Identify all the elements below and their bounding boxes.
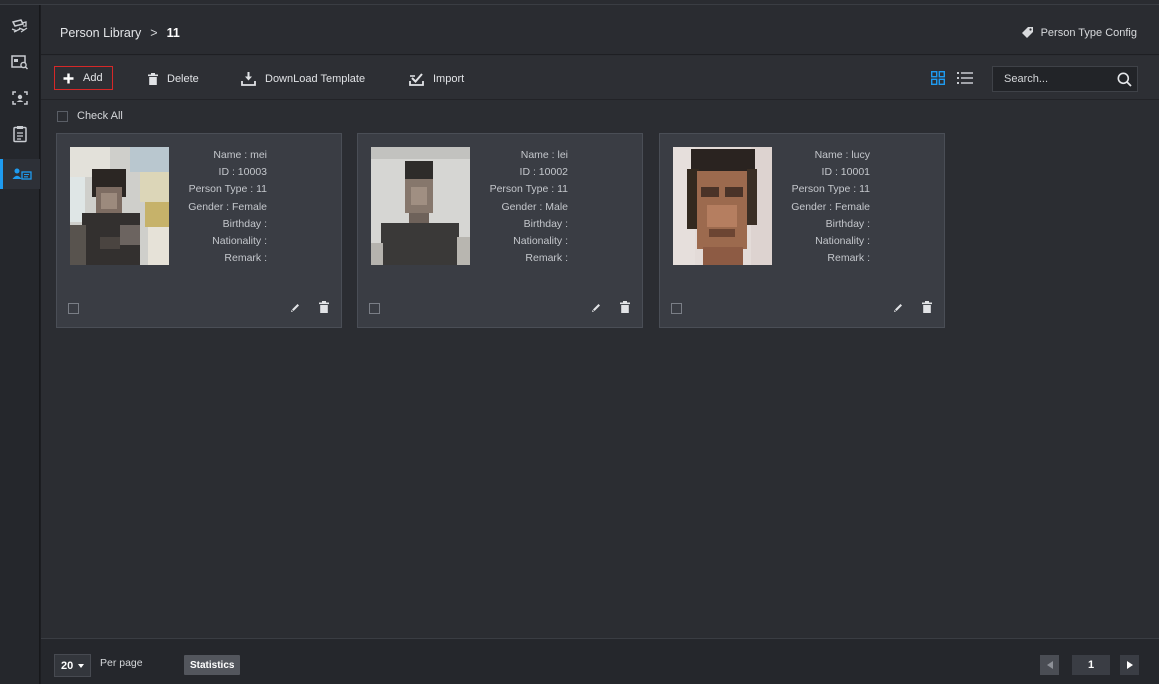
caret-down-icon — [78, 664, 84, 668]
person-id: ID : 10001 — [821, 166, 870, 179]
delete-button[interactable]: Delete — [148, 68, 199, 90]
main-panel: Person Library > 11 Person Type Config A… — [41, 5, 1159, 684]
import-label: Import — [433, 73, 465, 85]
plus-icon — [63, 73, 74, 83]
person-type: Person Type : 11 — [791, 183, 870, 196]
arrow-left-icon — [1046, 661, 1053, 669]
person-remark: Remark : — [827, 252, 870, 265]
person-photo — [70, 147, 169, 265]
download-icon — [241, 72, 256, 86]
person-name: Name : lucy — [814, 149, 870, 161]
person-info: Name : mei ID : 10003 Person Type : 11 G… — [175, 147, 267, 267]
camera-monitor-icon[interactable] — [8, 15, 32, 37]
person-nationality: Nationality : — [815, 234, 870, 247]
add-label: Add — [83, 72, 103, 84]
person-type: Person Type : 11 — [489, 183, 568, 196]
page-header: Person Library > 11 Person Type Config — [41, 5, 1159, 55]
tag-icon — [1021, 27, 1033, 38]
person-type-config-label: Person Type Config — [1040, 26, 1137, 39]
person-info: Name : lucy ID : 10001 Person Type : 11 … — [778, 147, 870, 267]
per-page-label: Per page — [100, 657, 143, 669]
edit-icon[interactable] — [591, 302, 602, 316]
toolbar: Add Delete DownLoad Template Import — [41, 56, 1159, 100]
person-type: Person Type : 11 — [188, 183, 267, 196]
breadcrumb-separator: > — [150, 26, 158, 40]
per-page-select[interactable]: 20 — [54, 654, 91, 677]
list-view-icon[interactable] — [957, 71, 973, 88]
person-nationality: Nationality : — [212, 234, 267, 247]
add-button[interactable]: Add — [54, 66, 113, 90]
person-birthday: Birthday : — [222, 217, 267, 230]
person-gender: Gender : Female — [188, 200, 267, 213]
grid-view-icon[interactable] — [930, 70, 946, 88]
person-card[interactable]: Name : mei ID : 10003 Person Type : 11 G… — [56, 133, 342, 328]
person-info: Name : lei ID : 10002 Person Type : 11 G… — [476, 147, 568, 267]
check-all-checkbox[interactable] — [57, 110, 68, 122]
trash-icon[interactable] — [319, 301, 329, 316]
breadcrumb-root[interactable]: Person Library — [60, 26, 141, 40]
download-template-button[interactable]: DownLoad Template — [241, 68, 365, 90]
face-search-icon[interactable] — [8, 51, 32, 73]
check-all[interactable]: Check All — [57, 110, 123, 122]
import-icon — [409, 73, 424, 86]
delete-label: Delete — [167, 73, 199, 85]
trash-icon[interactable] — [922, 301, 932, 316]
face-capture-icon[interactable] — [8, 87, 32, 109]
person-birthday: Birthday : — [825, 217, 870, 230]
next-page-button[interactable] — [1120, 655, 1139, 675]
person-nationality: Nationality : — [513, 234, 568, 247]
person-gender: Gender : Male — [501, 200, 568, 213]
card-checkbox[interactable] — [369, 303, 380, 314]
check-all-label: Check All — [77, 110, 123, 122]
breadcrumb: Person Library > 11 — [60, 26, 180, 40]
person-id: ID : 10002 — [519, 166, 568, 179]
per-page-value: 20 — [61, 659, 74, 672]
person-name: Name : mei — [213, 149, 267, 161]
person-photo — [371, 147, 470, 265]
person-remark: Remark : — [525, 252, 568, 265]
person-type-config-button[interactable]: Person Type Config — [1021, 26, 1137, 39]
edit-icon[interactable] — [290, 302, 301, 316]
search-icon[interactable] — [1111, 72, 1137, 87]
arrow-right-icon — [1126, 661, 1133, 669]
trash-icon[interactable] — [620, 301, 630, 316]
person-gender: Gender : Female — [791, 200, 870, 213]
download-template-label: DownLoad Template — [265, 73, 366, 85]
card-checkbox[interactable] — [671, 303, 682, 314]
person-name: Name : lei — [520, 149, 568, 161]
person-library-icon[interactable] — [0, 159, 40, 189]
statistics-button[interactable]: Statistics — [184, 655, 241, 675]
person-card[interactable]: Name : lei ID : 10002 Person Type : 11 G… — [357, 133, 643, 328]
sidebar — [0, 5, 40, 684]
person-remark: Remark : — [224, 252, 267, 265]
import-button[interactable]: Import — [409, 68, 464, 90]
person-birthday: Birthday : — [523, 217, 568, 230]
edit-icon[interactable] — [893, 302, 904, 316]
person-id: ID : 10003 — [218, 166, 267, 179]
person-card[interactable]: Name : lucy ID : 10001 Person Type : 11 … — [659, 133, 945, 328]
page-number[interactable]: 1 — [1072, 655, 1110, 675]
search-box — [992, 66, 1138, 92]
pagination-footer: 20 Per page Statistics 1 — [41, 638, 1159, 684]
person-photo — [673, 147, 772, 265]
prev-page-button[interactable] — [1040, 655, 1059, 675]
trash-icon — [148, 73, 158, 85]
search-input[interactable] — [993, 68, 1111, 90]
card-checkbox[interactable] — [68, 303, 79, 314]
breadcrumb-current: 11 — [166, 26, 180, 40]
clipboard-icon[interactable] — [8, 123, 32, 145]
